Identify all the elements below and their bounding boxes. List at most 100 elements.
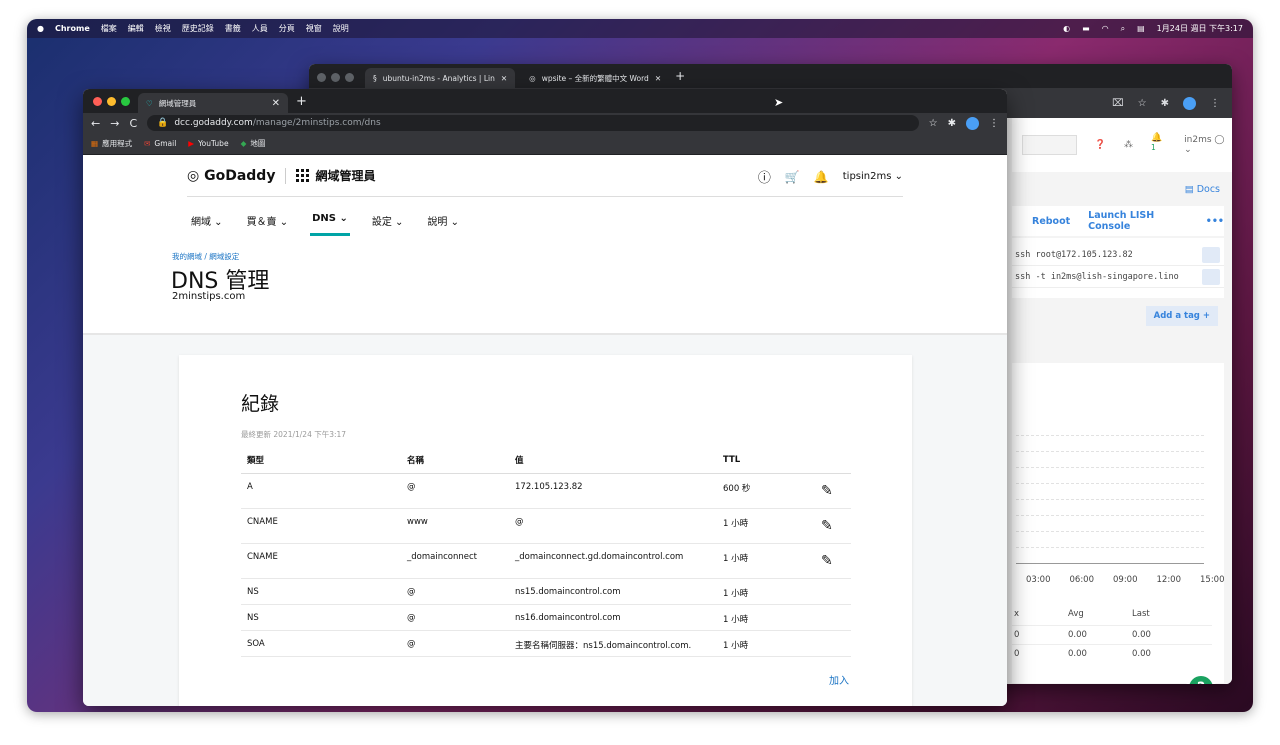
lish-command: ssh -t in2ms@lish-singapore.lino (1015, 271, 1179, 282)
menu-people[interactable]: 人員 (252, 23, 268, 34)
lock-icon: 🔒 (157, 118, 169, 128)
bookmark-star-icon[interactable]: ☆ (929, 118, 938, 129)
bookmark-youtube[interactable]: ▶ YouTube (188, 139, 228, 148)
apple-icon[interactable]: ● (37, 24, 44, 33)
status-icon[interactable]: ◐ (1063, 24, 1070, 33)
help-icon[interactable]: ❓ (1095, 140, 1106, 150)
menu-window[interactable]: 視窗 (306, 23, 322, 34)
extensions-icon[interactable]: ✱ (948, 118, 956, 129)
maps-icon: ◆ (240, 139, 247, 148)
godaddy-header: ◎ GoDaddy 網域管理員 ⓘ 🛒 🔔 tipsin2ms ⌄ 網域 ⌄ 買… (83, 155, 1007, 335)
table-row: SOA @ 主要名稱伺服器：ns15.domaincontrol.com. 1 … (241, 630, 851, 657)
window-controls[interactable] (93, 96, 130, 106)
menu-tab[interactable]: 分頁 (279, 23, 295, 34)
breadcrumb[interactable]: 我的網域 / 網域設定 (172, 251, 239, 262)
records-title: 紀錄 (241, 393, 280, 415)
domain-manager-link[interactable]: 網域管理員 (296, 167, 375, 184)
mouse-cursor-icon: ➤ (774, 96, 784, 109)
ssh-command: ssh root@172.105.123.82 (1015, 249, 1133, 260)
menu-help[interactable]: 說明 (333, 23, 349, 34)
table-row: CNAME www @ 1 小時 ✎ (241, 508, 851, 544)
domain-name: 2minstips.com (172, 291, 246, 302)
extension-icon[interactable] (966, 116, 979, 130)
nav-help[interactable]: 說明 ⌄ (427, 213, 459, 228)
edit-icon[interactable]: ✎ (821, 518, 833, 534)
user-menu[interactable]: in2ms ◯ ⌄ (1184, 135, 1232, 155)
menu-edit[interactable]: 編輯 (128, 23, 144, 34)
add-tag-button[interactable]: Add a tag + (1145, 306, 1218, 326)
reboot-button[interactable]: Reboot (1032, 216, 1070, 227)
help-icon[interactable]: ⓘ (758, 167, 771, 186)
edit-icon[interactable]: ✎ (821, 553, 833, 569)
bookmark-gmail[interactable]: ✉ Gmail (144, 139, 176, 148)
close-window-icon (93, 96, 102, 106)
nav-dns[interactable]: DNS ⌄ (310, 213, 350, 236)
table-row: NS @ ns15.domaincontrol.com 1 小時 (241, 578, 851, 605)
forward-icon[interactable]: → (110, 117, 119, 130)
reload-icon[interactable]: C (129, 117, 137, 130)
close-icon[interactable]: ✕ (655, 74, 661, 83)
copy-icon[interactable] (1202, 268, 1220, 285)
more-actions-icon[interactable]: ••• (1206, 216, 1224, 227)
wifi-icon[interactable]: ◠ (1102, 24, 1109, 33)
account-menu[interactable]: tipsin2ms ⌄ (843, 171, 903, 182)
extension-icon[interactable] (1183, 96, 1196, 110)
notifications-icon[interactable]: 🔔1 (1151, 133, 1166, 157)
last-updated: 最終更新 2021/1/24 下午3:17 (241, 430, 347, 439)
desktop: ● Chrome 檔案 編輯 檢視 歷史記錄 書籤 人員 分頁 視窗 說明 ◐ … (27, 19, 1253, 712)
menu-history[interactable]: 歷史記錄 (182, 23, 214, 34)
nav-settings[interactable]: 設定 ⌄ (372, 213, 404, 228)
godaddy-favicon-icon: ♡ (146, 98, 153, 108)
stats-table: x Avg Last 0 0.00 0.00 0 0.00 0.00 (1012, 603, 1212, 683)
menubar-clock[interactable]: 1月24日 週日 下午3:17 (1157, 23, 1243, 34)
copy-icon[interactable] (1202, 246, 1220, 263)
extensions-icon[interactable]: ✱ (1161, 98, 1169, 109)
search-input[interactable] (1022, 135, 1077, 155)
dns-body: 紀錄 最終更新 2021/1/24 下午3:17 類型 名稱 值 TTL A @ (83, 335, 1007, 706)
search-icon[interactable]: ⌕ (1121, 24, 1125, 34)
community-icon[interactable]: ⁂ (1124, 140, 1133, 150)
translate-icon[interactable]: ⌧ (1112, 98, 1124, 109)
add-record-link[interactable]: 加入 (829, 672, 849, 687)
menu-bookmarks[interactable]: 書籤 (225, 23, 241, 34)
menu-file[interactable]: 檔案 (101, 23, 117, 34)
tab-linode[interactable]: § ubuntu-in2ms - Analytics | Lin ✕ (365, 68, 516, 88)
new-tab-icon[interactable]: + (675, 69, 685, 83)
control-center-icon[interactable]: ▤ (1137, 24, 1145, 33)
tab-domain-manager[interactable]: ♡ 網域管理員 ✕ (138, 93, 288, 113)
col-type: 類型 (241, 447, 401, 474)
new-tab-icon[interactable]: + (296, 94, 307, 109)
col-name: 名稱 (401, 447, 509, 474)
apps-grid-icon (296, 169, 310, 182)
edit-icon[interactable]: ✎ (821, 483, 833, 499)
nav-buy-sell[interactable]: 買＆賣 ⌄ (247, 213, 289, 228)
time-tick: 09:00 (1113, 575, 1138, 585)
cart-icon[interactable]: 🛒 (785, 170, 800, 184)
nav-domains[interactable]: 網域 ⌄ (191, 213, 223, 228)
dns-records-table: 類型 名稱 值 TTL A @ 172.105.123.82 600 秒 ✎ C… (241, 447, 851, 657)
col-ttl: TTL (717, 447, 821, 474)
bookmark-star-icon[interactable]: ☆ (1138, 98, 1147, 109)
lish-console-button[interactable]: Launch LISH Console (1088, 210, 1188, 232)
flag-icon[interactable]: ▬ (1082, 24, 1090, 33)
godaddy-logo[interactable]: ◎ GoDaddy (187, 168, 275, 184)
bookmark-maps[interactable]: ◆ 地圖 (241, 138, 266, 149)
address-bar[interactable]: 🔒 dcc.godaddy.com/manage/2minstips.com/d… (147, 115, 919, 131)
menu-dots-icon[interactable]: ⋮ (1210, 98, 1220, 109)
ssh-access: ssh root@172.105.123.82 ssh -t in2ms@lis… (1012, 238, 1224, 298)
close-icon[interactable]: ✕ (501, 74, 507, 83)
window-controls[interactable] (317, 67, 359, 86)
menu-dots-icon[interactable]: ⋮ (989, 118, 999, 129)
menu-app-name[interactable]: Chrome (55, 24, 90, 33)
back-icon[interactable]: ← (91, 117, 100, 130)
bookmark-apps[interactable]: ▦ 應用程式 (91, 138, 132, 149)
tab-wpsite[interactable]: ◎ wpsite – 全新的繁體中文 Word ✕ (521, 68, 669, 88)
bell-icon[interactable]: 🔔 (814, 170, 829, 184)
linode-favicon-icon: § (373, 73, 377, 83)
close-icon[interactable]: ✕ (272, 98, 280, 109)
menu-view[interactable]: 檢視 (155, 23, 171, 34)
gmail-icon: ✉ (144, 139, 151, 148)
docs-link[interactable]: ▤ Docs (1185, 184, 1220, 195)
records-card: 紀錄 最終更新 2021/1/24 下午3:17 類型 名稱 值 TTL A @ (179, 355, 912, 706)
col-value: 值 (509, 447, 717, 474)
